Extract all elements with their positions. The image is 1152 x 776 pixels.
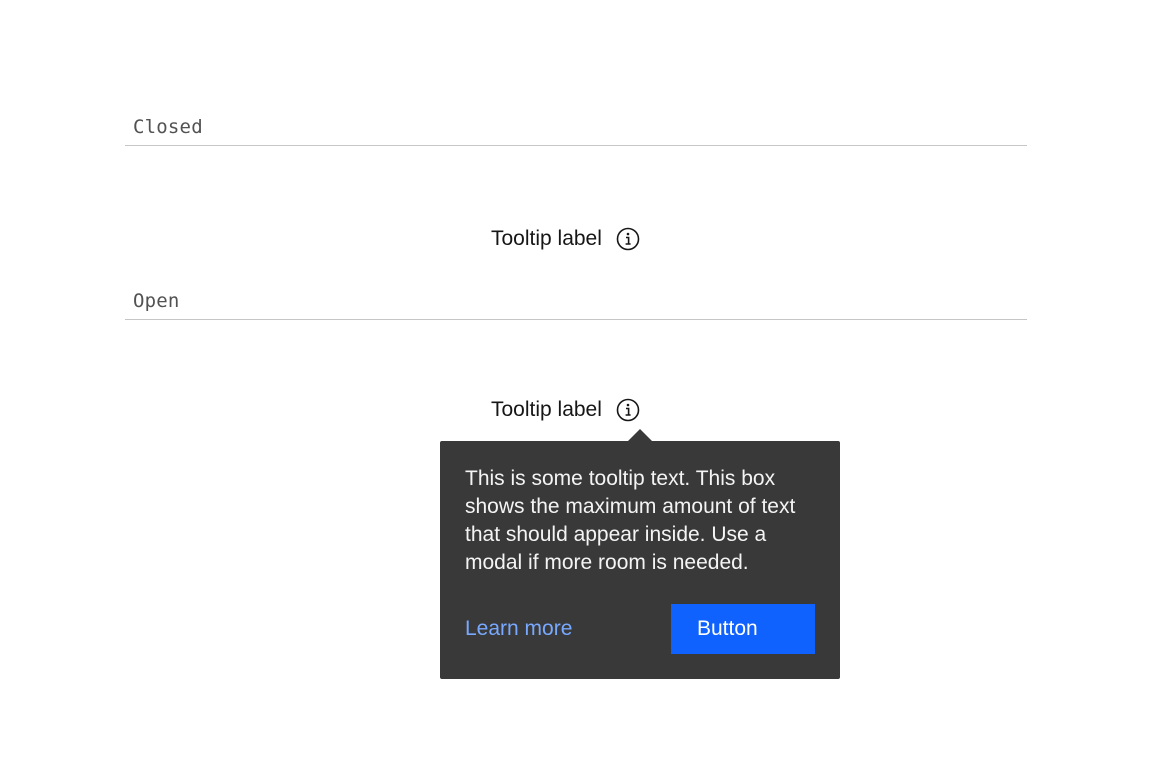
tooltip-label: Tooltip label bbox=[491, 227, 602, 250]
section-label-open: Open bbox=[133, 290, 180, 312]
tooltip-primary-button[interactable]: Button bbox=[671, 604, 815, 654]
tooltip-footer: Learn more Button bbox=[465, 604, 815, 654]
section-divider-closed bbox=[125, 145, 1027, 146]
section-divider-open bbox=[125, 319, 1027, 320]
tooltip-trigger-closed[interactable]: Tooltip label bbox=[491, 226, 640, 252]
tooltip-label: Tooltip label bbox=[491, 398, 602, 421]
tooltip-popover: This is some tooltip text. This box show… bbox=[440, 441, 840, 679]
tooltip-caret bbox=[628, 429, 652, 441]
info-icon[interactable] bbox=[616, 398, 640, 422]
section-label-closed: Closed bbox=[133, 116, 203, 138]
info-icon[interactable] bbox=[616, 227, 640, 251]
learn-more-link[interactable]: Learn more bbox=[465, 617, 572, 641]
tooltip-body-text: This is some tooltip text. This box show… bbox=[465, 467, 796, 574]
tooltip-trigger-open[interactable]: Tooltip label bbox=[491, 397, 640, 423]
